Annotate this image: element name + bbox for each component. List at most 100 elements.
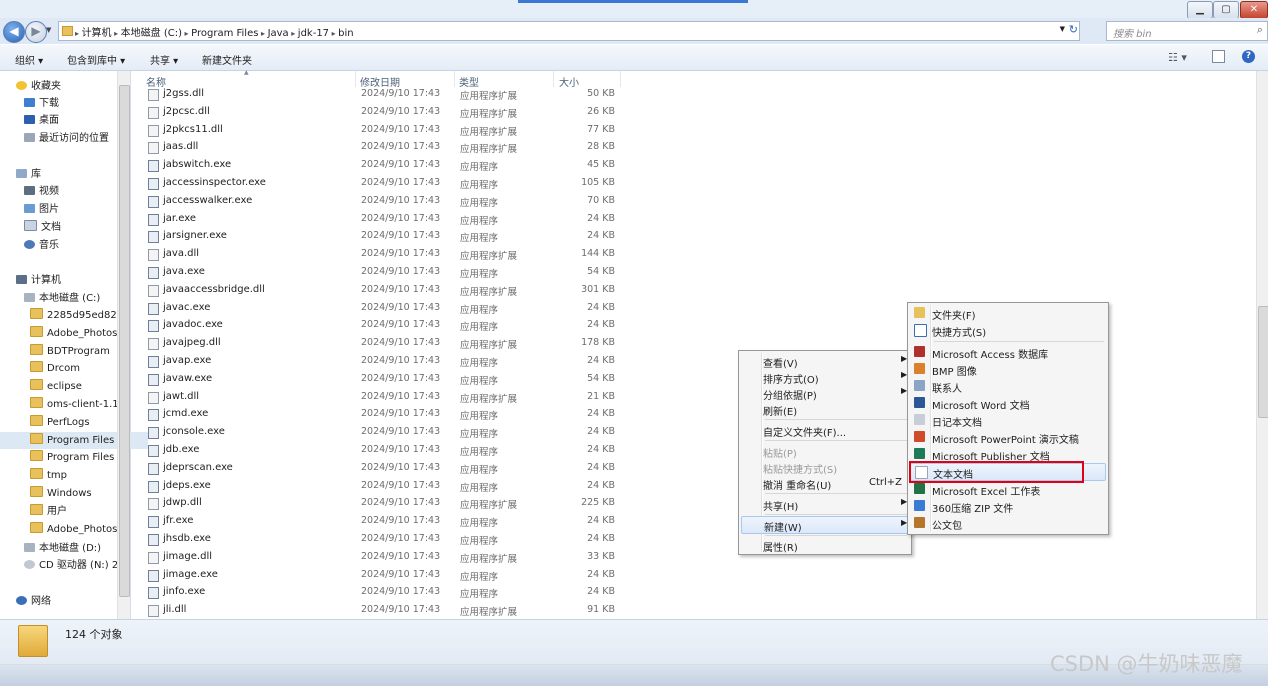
breadcrumb-separator-icon[interactable]: ▸ xyxy=(329,29,338,38)
file-row[interactable]: javajpeg.dll 2024/9/10 17:43 应用程序扩展 178 KB xyxy=(131,334,631,352)
column-divider[interactable] xyxy=(620,71,621,87)
file-row[interactable]: j2pkcs11.dll 2024/9/10 17:43 应用程序扩展 77 KB xyxy=(131,121,631,139)
file-row[interactable]: jaccessinspector.exe 2024/9/10 17:43 应用程序 1… xyxy=(131,174,631,192)
breadcrumb-item[interactable]: 本地磁盘 (C:) xyxy=(121,28,182,39)
file-list-scrollbar[interactable] xyxy=(1256,71,1268,619)
file-row[interactable]: jcmd.exe 2024/9/10 17:43 应用程序 24 KB xyxy=(131,405,631,423)
nav-music[interactable]: 音乐 xyxy=(24,237,59,254)
file-row[interactable]: javaaccessbridge.dll 2024/9/10 17:43 应用程序扩… xyxy=(131,281,631,299)
new-bmp-item[interactable]: BMP 图像 xyxy=(910,361,1106,378)
nav-drive-c[interactable]: 本地磁盘 (C:) xyxy=(24,290,100,307)
nav-downloads[interactable]: 下载 xyxy=(24,95,59,112)
new-shortcut-item[interactable]: 快捷方式(S) xyxy=(910,322,1106,339)
nav-folder-item[interactable]: Drcom xyxy=(30,360,118,377)
file-row[interactable]: jaas.dll 2024/9/10 17:43 应用程序扩展 28 KB xyxy=(131,138,631,156)
menu-group[interactable]: 分组依据(P) ▶ xyxy=(741,385,909,402)
new-publisher-item[interactable]: Microsoft Publisher 文档 xyxy=(910,446,1106,463)
new-powerpoint-item[interactable]: Microsoft PowerPoint 演示文稿 xyxy=(910,429,1106,446)
nav-folder-item[interactable]: Adobe_Photos xyxy=(30,521,118,538)
nav-pictures[interactable]: 图片 xyxy=(24,201,59,218)
breadcrumb-separator-icon[interactable]: ▸ xyxy=(112,29,121,38)
file-row[interactable]: jdwp.dll 2024/9/10 17:43 应用程序扩展 225 KB xyxy=(131,494,631,512)
nav-libraries[interactable]: 库 xyxy=(16,166,41,183)
search-input[interactable]: 搜索 bin ⌕ xyxy=(1106,21,1268,41)
nav-network[interactable]: 网络 xyxy=(16,593,51,610)
breadcrumb-item[interactable]: Java xyxy=(268,28,289,39)
list-scroll-thumb[interactable] xyxy=(1258,306,1268,418)
breadcrumb-item[interactable]: bin xyxy=(338,28,353,39)
new-folder-item[interactable]: 文件夹(F) xyxy=(910,305,1106,322)
search-icon[interactable]: ⌕ xyxy=(1257,23,1263,37)
breadcrumb-separator-icon[interactable]: ▸ xyxy=(258,29,267,38)
menu-properties[interactable]: 属性(R) xyxy=(741,537,909,554)
nav-folder-item[interactable]: 2285d95ed820 xyxy=(30,307,118,324)
file-row[interactable]: jarsigner.exe 2024/9/10 17:43 应用程序 24 KB xyxy=(131,227,631,245)
file-row[interactable]: j2pcsc.dll 2024/9/10 17:43 应用程序扩展 26 KB xyxy=(131,103,631,121)
file-row[interactable]: jli.dll 2024/9/10 17:43 应用程序扩展 91 KB xyxy=(131,601,631,619)
file-row[interactable]: jawt.dll 2024/9/10 17:43 应用程序扩展 21 KB xyxy=(131,388,631,406)
file-row[interactable]: jaccesswalker.exe 2024/9/10 17:43 应用程序 70 K… xyxy=(131,192,631,210)
file-row[interactable]: javaw.exe 2024/9/10 17:43 应用程序 54 KB xyxy=(131,370,631,388)
column-divider[interactable] xyxy=(553,71,554,87)
file-row[interactable]: javac.exe 2024/9/10 17:43 应用程序 24 KB xyxy=(131,299,631,317)
recent-pages-dropdown-icon[interactable]: ▼ xyxy=(46,26,51,34)
breadcrumb-separator-icon[interactable]: ▸ xyxy=(289,29,298,38)
nav-folder-item[interactable]: tmp xyxy=(30,467,118,484)
file-row[interactable]: javap.exe 2024/9/10 17:43 应用程序 24 KB xyxy=(131,352,631,370)
refresh-icon[interactable]: ↻ xyxy=(1069,23,1078,36)
preview-pane-icon[interactable] xyxy=(1212,50,1225,63)
menu-refresh[interactable]: 刷新(E) xyxy=(741,401,909,418)
file-row[interactable]: javadoc.exe 2024/9/10 17:43 应用程序 24 KB xyxy=(131,316,631,334)
new-zip-item[interactable]: 360压缩 ZIP 文件 xyxy=(910,498,1106,515)
file-row[interactable]: jimage.dll 2024/9/10 17:43 应用程序扩展 33 KB xyxy=(131,548,631,566)
view-options-icon[interactable]: ☷ ▾ xyxy=(1168,51,1187,64)
menu-paste[interactable]: 粘贴(P) xyxy=(741,443,909,460)
menu-sort[interactable]: 排序方式(O) ▶ xyxy=(741,369,909,386)
file-row[interactable]: jhsdb.exe 2024/9/10 17:43 应用程序 24 KB xyxy=(131,530,631,548)
forward-button[interactable]: ▶ xyxy=(25,21,47,43)
nav-computer[interactable]: 计算机 xyxy=(16,272,61,289)
column-divider[interactable] xyxy=(355,71,356,87)
file-row[interactable]: jconsole.exe 2024/9/10 17:43 应用程序 24 KB xyxy=(131,423,631,441)
file-row[interactable]: jabswitch.exe 2024/9/10 17:43 应用程序 45 KB xyxy=(131,156,631,174)
nav-documents[interactable]: 文档 xyxy=(24,219,61,236)
nav-folder-item[interactable]: BDTProgram xyxy=(30,343,118,360)
share-button[interactable]: 共享 ▾ xyxy=(150,52,178,67)
file-row[interactable]: jinfo.exe 2024/9/10 17:43 应用程序 24 KB xyxy=(131,583,631,601)
column-divider[interactable] xyxy=(454,71,455,87)
organize-button[interactable]: 组织 ▾ xyxy=(15,52,43,67)
file-row[interactable]: jdb.exe 2024/9/10 17:43 应用程序 24 KB xyxy=(131,441,631,459)
nav-favorites[interactable]: 收藏夹 xyxy=(16,78,61,95)
close-button[interactable]: ✕ xyxy=(1240,1,1268,19)
back-button[interactable]: ◀ xyxy=(3,21,25,43)
new-journal-item[interactable]: 日记本文档 xyxy=(910,412,1106,429)
file-row[interactable]: jdeprscan.exe 2024/9/10 17:43 应用程序 24 KB xyxy=(131,459,631,477)
nav-folder-item[interactable]: oms-client-1.1 xyxy=(30,396,118,413)
menu-paste-shortcut[interactable]: 粘贴快捷方式(S) xyxy=(741,459,909,476)
nav-drive-n[interactable]: CD 驱动器 (N:) 2( xyxy=(24,557,118,574)
minimize-button[interactable]: ▁ xyxy=(1187,1,1213,19)
file-row[interactable]: jdeps.exe 2024/9/10 17:43 应用程序 24 KB xyxy=(131,477,631,495)
file-row[interactable]: jimage.exe 2024/9/10 17:43 应用程序 24 KB xyxy=(131,566,631,584)
address-dropdown-icon[interactable]: ▼ xyxy=(1060,25,1065,33)
nav-drive-d[interactable]: 本地磁盘 (D:) xyxy=(24,540,101,557)
menu-customize[interactable]: 自定义文件夹(F)... xyxy=(741,422,909,439)
new-briefcase-item[interactable]: 公文包 xyxy=(910,515,1106,532)
breadcrumb-separator-icon[interactable]: ▸ xyxy=(182,29,191,38)
file-row[interactable]: j2gss.dll 2024/9/10 17:43 应用程序扩展 50 KB xyxy=(131,87,631,103)
menu-undo[interactable]: 撤消 重命名(U) Ctrl+Z xyxy=(741,475,909,492)
menu-new[interactable]: 新建(W) ▶ xyxy=(741,516,909,534)
breadcrumb-item[interactable]: 计算机 xyxy=(82,28,112,39)
nav-scroll-thumb[interactable] xyxy=(119,85,130,597)
file-row[interactable]: jfr.exe 2024/9/10 17:43 应用程序 24 KB xyxy=(131,512,631,530)
nav-videos[interactable]: 视频 xyxy=(24,183,59,200)
file-row[interactable]: java.exe 2024/9/10 17:43 应用程序 54 KB xyxy=(131,263,631,281)
breadcrumb-item[interactable]: Program Files xyxy=(191,28,258,39)
nav-folder-item[interactable]: Adobe_Photos xyxy=(30,325,118,342)
menu-view[interactable]: 查看(V) ▶ xyxy=(741,353,909,370)
nav-folder-item[interactable]: Program Files ( xyxy=(30,449,118,466)
new-access-item[interactable]: Microsoft Access 数据库 xyxy=(910,344,1106,361)
new-folder-button[interactable]: 新建文件夹 xyxy=(202,52,252,67)
help-icon[interactable]: ? xyxy=(1242,50,1255,63)
new-word-item[interactable]: Microsoft Word 文档 xyxy=(910,395,1106,412)
